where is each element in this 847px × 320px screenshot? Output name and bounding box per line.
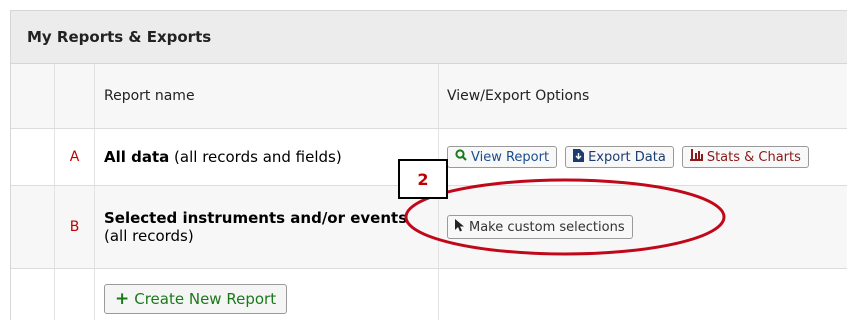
column-header-report-name: Report name <box>95 64 439 128</box>
view-report-button[interactable]: View Report <box>447 146 558 168</box>
cursor-icon <box>455 218 465 236</box>
header-cell-empty-1 <box>11 64 55 128</box>
table-header-row: Report name View/Export Options <box>11 64 847 129</box>
stats-charts-button[interactable]: Stats & Charts <box>681 146 809 168</box>
report-letter: B <box>55 186 95 268</box>
column-header-view-export: View/Export Options <box>447 88 590 104</box>
bar-chart-icon <box>689 149 703 165</box>
report-letter: A <box>55 129 95 185</box>
report-name-bold: All data <box>104 148 170 166</box>
export-data-button[interactable]: Export Data <box>565 146 674 168</box>
report-name-detail: (all records) <box>104 227 194 245</box>
make-custom-selections-button[interactable]: Make custom selections <box>447 215 633 239</box>
report-name: All data (all records and fields) <box>95 129 439 185</box>
report-name-detail: (all records and fields) <box>169 148 342 166</box>
report-options: Make custom selections <box>439 186 847 268</box>
panel-title: My Reports & Exports <box>11 11 847 64</box>
report-options: View Report Export Data Stats & Charts <box>439 129 847 185</box>
create-new-report-button[interactable]: + Create New Report <box>104 283 288 314</box>
annotation-callout-number: 2 <box>398 159 448 199</box>
header-cell-empty-2 <box>55 64 95 128</box>
plus-icon: + <box>115 288 130 309</box>
report-name: Selected instruments and/or events (all … <box>95 186 439 268</box>
table-row-create: + Create New Report <box>11 269 847 320</box>
search-icon <box>455 149 467 165</box>
report-name-bold: Selected instruments and/or events <box>104 209 408 227</box>
file-download-icon <box>573 148 585 166</box>
